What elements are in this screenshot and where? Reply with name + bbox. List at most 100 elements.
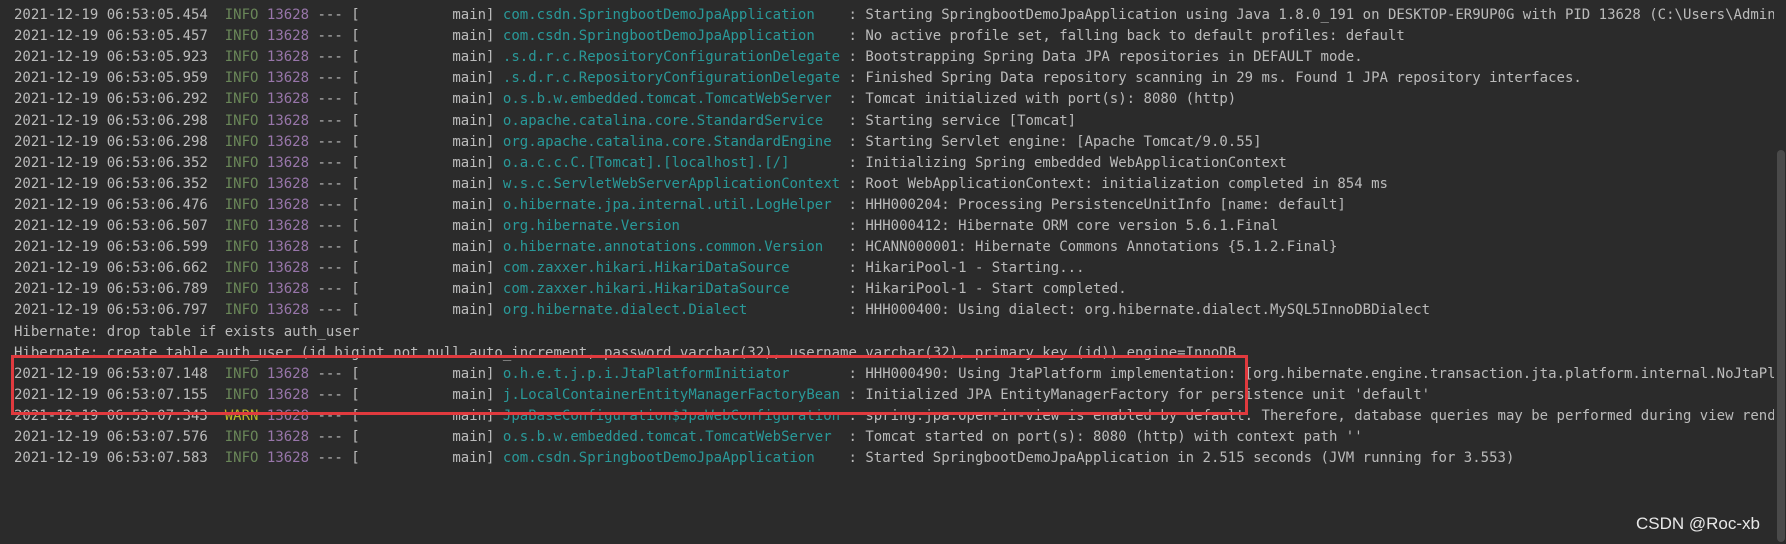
log-timestamp: 2021-12-19 06:53:06.797 xyxy=(14,302,208,319)
log-thread: main] xyxy=(359,28,503,45)
log-level: INFO xyxy=(224,49,259,66)
log-timestamp: 2021-12-19 06:53:06.662 xyxy=(14,260,208,277)
log-logger: o.s.b.w.embedded.tomcat.TomcatWebServer xyxy=(502,429,841,445)
log-message: : Started SpringbootDemoJpaApplication i… xyxy=(840,450,1515,467)
log-message: : HikariPool-1 - Start completed. xyxy=(840,281,1127,298)
vertical-scrollbar[interactable] xyxy=(1776,0,1786,544)
log-pid: 13628 xyxy=(266,239,310,256)
log-logger: com.csdn.SpringbootDemoJpaApplication xyxy=(502,28,841,45)
log-separator: --- [ xyxy=(309,28,360,45)
log-level: INFO xyxy=(224,260,259,277)
log-thread: main] xyxy=(359,260,503,277)
log-message: : HikariPool-1 - Starting... xyxy=(840,260,1085,277)
log-timestamp: 2021-12-19 06:53:06.352 xyxy=(14,154,208,171)
log-logger: org.apache.catalina.core.StandardEngine xyxy=(502,133,841,150)
log-level: INFO xyxy=(224,429,259,445)
log-pid: 13628 xyxy=(266,450,310,467)
log-separator: --- [ xyxy=(309,154,360,171)
log-line: 2021-12-19 06:53:07.583 INFO 13628 --- [… xyxy=(14,446,1774,470)
log-message: : Bootstrapping Spring Data JPA reposito… xyxy=(840,49,1363,66)
log-logger: com.zaxxer.hikari.HikariDataSource xyxy=(502,281,841,298)
log-thread: main] xyxy=(359,175,503,192)
log-thread: main] xyxy=(359,112,503,129)
log-level: INFO xyxy=(224,450,259,467)
log-pid: 13628 xyxy=(266,70,310,87)
log-logger: o.hibernate.jpa.internal.util.LogHelper xyxy=(502,196,841,213)
log-timestamp: 2021-12-19 06:53:06.476 xyxy=(14,196,208,213)
log-level: INFO xyxy=(224,218,259,234)
log-text: Hibernate: drop table if exists auth_use… xyxy=(14,323,360,340)
log-timestamp: 2021-12-19 06:53:06.789 xyxy=(14,281,208,298)
log-message: : Starting SpringbootDemoJpaApplication … xyxy=(840,7,1775,23)
log-separator: --- [ xyxy=(309,260,360,277)
log-level: INFO xyxy=(224,196,259,213)
log-separator: --- [ xyxy=(309,91,360,108)
log-timestamp: 2021-12-19 06:53:05.959 xyxy=(14,70,208,87)
log-logger: .s.d.r.c.RepositoryConfigurationDelegate xyxy=(502,49,841,66)
log-level: INFO xyxy=(224,175,259,192)
log-message: : No active profile set, falling back to… xyxy=(840,28,1405,45)
log-thread: main] xyxy=(359,133,503,150)
log-logger: com.zaxxer.hikari.HikariDataSource xyxy=(502,260,841,277)
log-thread: main] xyxy=(359,218,503,234)
log-separator: --- [ xyxy=(309,302,360,319)
log-thread: main] xyxy=(359,302,503,319)
log-timestamp: 2021-12-19 06:53:06.298 xyxy=(14,133,208,150)
log-pid: 13628 xyxy=(266,154,310,171)
log-thread: main] xyxy=(359,450,503,467)
log-timestamp: 2021-12-19 06:53:06.352 xyxy=(14,175,208,192)
log-level: INFO xyxy=(224,91,259,108)
log-level: INFO xyxy=(224,133,259,150)
log-timestamp: 2021-12-19 06:53:07.583 xyxy=(14,450,208,467)
log-timestamp: 2021-12-19 06:53:05.923 xyxy=(14,49,208,66)
log-message: : HHH000204: Processing PersistenceUnitI… xyxy=(840,196,1346,213)
log-separator: --- [ xyxy=(309,133,360,150)
log-logger: org.hibernate.Version xyxy=(502,218,841,234)
log-message: : Root WebApplicationContext: initializa… xyxy=(840,175,1388,192)
log-timestamp: 2021-12-19 06:53:06.599 xyxy=(14,239,208,256)
scrollbar-thumb[interactable] xyxy=(1777,150,1785,542)
log-level: INFO xyxy=(224,239,259,256)
log-pid: 13628 xyxy=(266,175,310,192)
log-thread: main] xyxy=(359,91,503,108)
log-logger: o.apache.catalina.core.StandardService xyxy=(502,112,841,129)
log-pid: 13628 xyxy=(266,112,310,129)
log-message: : Finished Spring Data repository scanni… xyxy=(840,70,1582,87)
log-separator: --- [ xyxy=(309,218,360,234)
console-output[interactable]: 2021-12-19 06:53:05.454 INFO 13628 --- [… xyxy=(0,0,1786,544)
log-message: : HHH000412: Hibernate ORM core version … xyxy=(840,218,1279,234)
log-logger: com.csdn.SpringbootDemoJpaApplication xyxy=(502,7,841,23)
log-logger: o.hibernate.annotations.common.Version xyxy=(502,239,841,256)
log-timestamp: 2021-12-19 06:53:06.507 xyxy=(14,218,208,234)
log-thread: main] xyxy=(359,429,503,445)
log-separator: --- [ xyxy=(309,7,360,23)
log-pid: 13628 xyxy=(266,133,310,150)
log-thread: main] xyxy=(359,7,503,23)
log-logger: com.csdn.SpringbootDemoJpaApplication xyxy=(502,450,841,467)
log-timestamp: 2021-12-19 06:53:06.292 xyxy=(14,91,208,108)
log-pid: 13628 xyxy=(266,91,310,108)
log-level: INFO xyxy=(224,70,259,87)
log-pid: 13628 xyxy=(266,196,310,213)
log-message: : HHH000400: Using dialect: org.hibernat… xyxy=(840,302,1431,319)
log-separator: --- [ xyxy=(309,239,360,256)
log-pid: 13628 xyxy=(266,429,310,445)
log-message: : Starting service [Tomcat] xyxy=(840,112,1077,129)
log-logger: .s.d.r.c.RepositoryConfigurationDelegate xyxy=(502,70,841,87)
log-level: INFO xyxy=(224,281,259,298)
log-timestamp: 2021-12-19 06:53:07.576 xyxy=(14,429,208,445)
log-logger: o.s.b.w.embedded.tomcat.TomcatWebServer xyxy=(502,91,841,108)
log-separator: --- [ xyxy=(309,112,360,129)
log-thread: main] xyxy=(359,154,503,171)
watermark: CSDN @Roc-xb xyxy=(1636,514,1760,533)
log-separator: --- [ xyxy=(309,49,360,66)
log-level: INFO xyxy=(224,302,259,319)
log-logger: o.a.c.c.C.[Tomcat].[localhost].[/] xyxy=(502,154,841,171)
log-pid: 13628 xyxy=(266,260,310,277)
log-thread: main] xyxy=(359,196,503,213)
log-message: : Initializing Spring embedded WebApplic… xyxy=(840,154,1287,171)
log-thread: main] xyxy=(359,239,503,256)
log-message: : Tomcat initialized with port(s): 8080 … xyxy=(840,91,1237,108)
log-message: : Tomcat started on port(s): 8080 (http)… xyxy=(840,429,1363,445)
log-pid: 13628 xyxy=(266,281,310,298)
